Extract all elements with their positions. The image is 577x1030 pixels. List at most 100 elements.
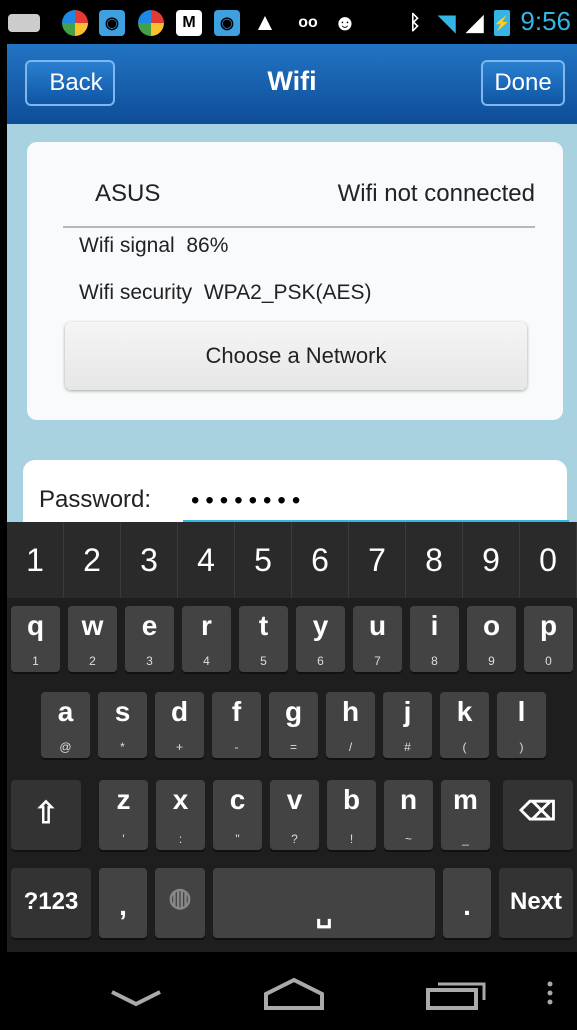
key-alt-label: =	[289, 740, 297, 754]
wifi-info-card: ASUS Wifi not connected Wifi signal 86% …	[27, 142, 563, 420]
next-key[interactable]: Next	[499, 868, 573, 938]
key-v[interactable]: v?	[270, 780, 319, 850]
key-alt-label: !	[349, 832, 354, 846]
back-nav-icon[interactable]	[111, 990, 161, 1007]
next-key-label: Next	[509, 888, 563, 915]
divider	[63, 226, 535, 228]
wifi-icon: ◥	[438, 10, 456, 35]
menu-icon[interactable]	[547, 981, 553, 1005]
key-f[interactable]: f-	[212, 692, 261, 758]
security-value: WPA2_PSK(AES)	[203, 281, 372, 304]
period-key[interactable]: .	[443, 868, 491, 938]
key-j[interactable]: j #	[383, 692, 432, 758]
key-l[interactable]: l)	[497, 692, 546, 758]
key-d[interactable]: d +	[155, 692, 204, 758]
number-key[interactable]: 3	[121, 522, 178, 598]
symbols-key[interactable]: ?123	[11, 868, 91, 938]
key-alt-label: @	[59, 740, 72, 754]
key-label: k	[456, 696, 473, 727]
key-alt-label: 6	[317, 654, 324, 668]
key-k[interactable]: k(	[440, 692, 489, 758]
home-nav-icon[interactable]	[264, 977, 324, 1010]
key-q[interactable]: q1	[11, 606, 60, 672]
key-t[interactable]: t5	[239, 606, 288, 672]
security-row: Wifi security WPA2_PSK(AES)	[79, 281, 372, 305]
key-g[interactable]: g =	[269, 692, 318, 758]
number-key[interactable]: 9	[463, 522, 520, 598]
backspace-key[interactable]: ⌫	[503, 780, 573, 850]
key-alt-label: +	[175, 740, 183, 754]
recent-apps-nav-icon[interactable]	[426, 982, 486, 1010]
key-label: c	[229, 784, 246, 815]
key-s[interactable]: s *	[98, 692, 147, 758]
key-z[interactable]: z '	[99, 780, 148, 850]
key-label: z	[116, 784, 131, 815]
key-label: n	[399, 784, 418, 815]
space-icon: ␣	[315, 898, 333, 928]
title-bar: Back Wifi Done	[7, 44, 577, 124]
gmail-icon: M	[176, 10, 202, 36]
number-key[interactable]: 4	[178, 522, 235, 598]
language-key[interactable]: ◍	[155, 868, 205, 938]
key-a[interactable]: a @	[41, 692, 90, 758]
key-m[interactable]: m _	[441, 780, 490, 850]
key-i[interactable]: i8	[410, 606, 459, 672]
space-key[interactable]: ␣	[213, 868, 435, 938]
globe-icon: ◍	[168, 882, 192, 912]
backspace-icon: ⌫	[519, 796, 557, 826]
security-label: Wifi security	[79, 281, 193, 304]
key-x[interactable]: x:	[156, 780, 205, 850]
key-n[interactable]: n ~	[384, 780, 433, 850]
key-label: j	[403, 696, 412, 727]
key-alt-label: 4	[203, 654, 210, 668]
key-w[interactable]: w2	[68, 606, 117, 672]
key-y[interactable]: y6	[296, 606, 345, 672]
key-label: u	[368, 610, 387, 641]
camera-icon: ◉	[214, 10, 240, 36]
content-area: ASUS Wifi not connected Wifi signal 86% …	[7, 124, 577, 522]
key-label: q	[26, 610, 45, 641]
choose-network-button[interactable]: Choose a Network	[65, 322, 527, 390]
key-alt-label: :	[178, 832, 183, 846]
comma-key-label: ,	[119, 890, 127, 921]
key-alt-label: 0	[545, 654, 552, 668]
comma-key[interactable]: ,	[99, 868, 147, 938]
done-button[interactable]: Done	[481, 60, 565, 106]
battery-icon: ⚡	[493, 10, 511, 36]
key-alt-label: #	[404, 740, 411, 754]
number-key[interactable]: 7	[349, 522, 406, 598]
number-key[interactable]: 6	[292, 522, 349, 598]
key-alt-label: ~	[404, 832, 412, 846]
key-b[interactable]: b!	[327, 780, 376, 850]
number-key[interactable]: 1	[7, 522, 64, 598]
shift-key[interactable]: ⇧	[11, 780, 81, 850]
key-p[interactable]: p0	[524, 606, 573, 672]
key-r[interactable]: r4	[182, 606, 231, 672]
key-label: w	[81, 610, 104, 641]
key-c[interactable]: c "	[213, 780, 262, 850]
signal-icon: ◢	[466, 10, 484, 35]
key-e[interactable]: e3	[125, 606, 174, 672]
navigation-bar	[0, 952, 577, 1025]
key-alt-label: ?	[291, 832, 298, 846]
key-alt-label: )	[519, 740, 524, 754]
key-alt-label: 8	[431, 654, 438, 668]
signal-label: Wifi signal	[79, 234, 175, 257]
key-h[interactable]: h /	[326, 692, 375, 758]
number-key[interactable]: 8	[406, 522, 463, 598]
number-row: 1234567890	[7, 522, 577, 598]
status-bar: ◉ M ◉ ▲ oo ☻ ᛒ ◥ ◢ ⚡ 9:56	[0, 0, 577, 44]
key-label: m	[453, 784, 478, 815]
key-u[interactable]: u7	[353, 606, 402, 672]
number-key[interactable]: 0	[520, 522, 577, 598]
app-icon	[138, 10, 164, 36]
bluetooth-icon: ᛒ	[409, 11, 421, 34]
key-label: p	[539, 610, 558, 641]
key-o[interactable]: o9	[467, 606, 516, 672]
signal-row: Wifi signal 86%	[79, 234, 228, 258]
password-input[interactable]	[183, 482, 569, 522]
keyboard-icon	[8, 14, 40, 32]
key-label: t	[258, 610, 269, 641]
number-key[interactable]: 2	[64, 522, 121, 598]
number-key[interactable]: 5	[235, 522, 292, 598]
